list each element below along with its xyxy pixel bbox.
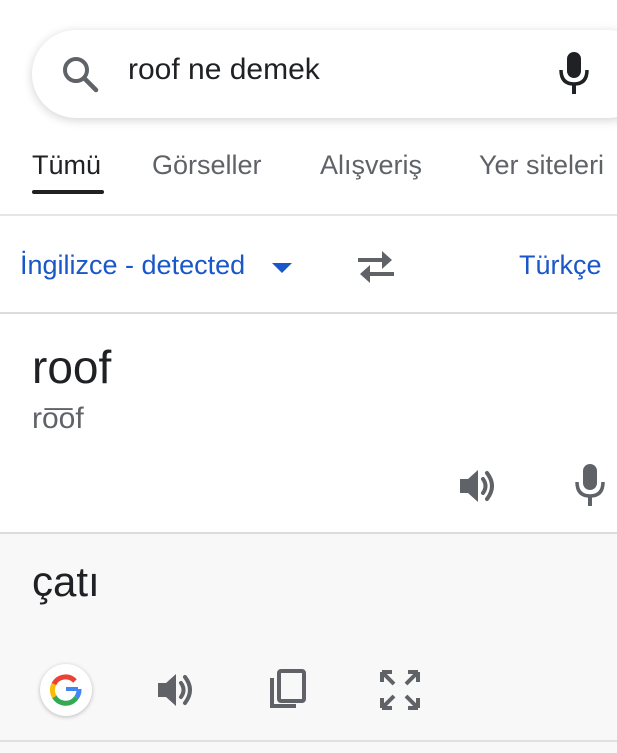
speaker-icon[interactable] [456,464,500,508]
language-selector-row: İngilizce - detected Türkçe [0,216,617,312]
source-text-panel: roof ro͞of [0,314,617,532]
source-phonetic: ro͞of [32,402,84,435]
source-text[interactable]: roof [32,340,111,394]
bottom-divider [0,740,617,742]
source-language-select[interactable]: İngilizce - detected [20,250,245,281]
translated-text[interactable]: çatı [32,558,100,606]
search-icon[interactable] [60,54,100,94]
tab-shopping[interactable]: Alışveriş [320,150,422,181]
swap-languages-icon[interactable] [354,246,398,286]
tab-all[interactable]: Tümü [32,150,101,181]
copy-icon[interactable] [266,668,308,712]
google-logo-icon[interactable] [40,664,92,716]
tab-images[interactable]: Görseller [152,150,262,181]
microphone-icon[interactable] [556,50,592,96]
microphone-icon[interactable] [572,462,608,508]
translation-panel: çatı [0,534,617,753]
page: roof ne demek Tümü Görseller Alışveriş Y… [0,0,617,753]
fullscreen-icon[interactable] [378,668,422,712]
speaker-icon[interactable] [154,668,198,712]
google-g-icon [50,674,82,706]
active-tab-indicator [32,190,104,194]
search-tabs: Tümü Görseller Alışveriş Yer siteleri [0,140,617,200]
chevron-down-icon[interactable] [272,263,292,273]
target-language-select[interactable]: Türkçe [519,250,602,281]
search-input[interactable]: roof ne demek [128,53,320,87]
search-bar[interactable] [32,30,617,118]
tab-places[interactable]: Yer siteleri [479,150,604,181]
